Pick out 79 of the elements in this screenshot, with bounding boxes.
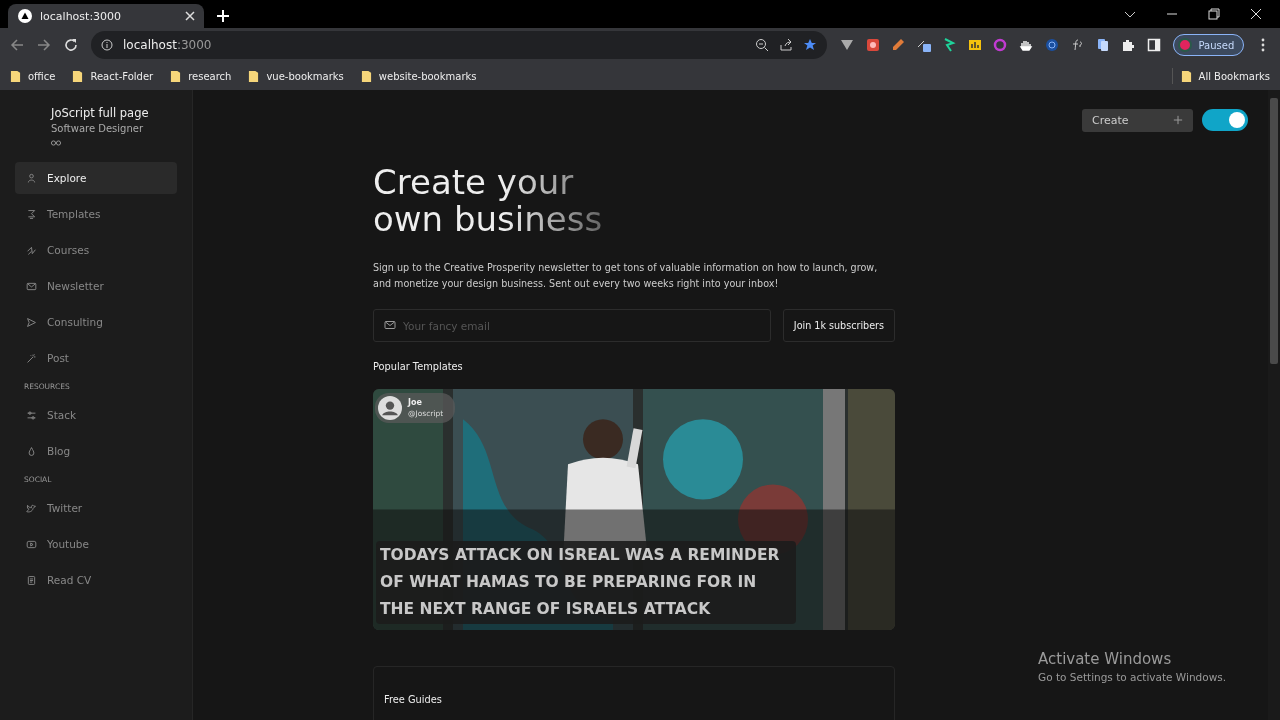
bookmark[interactable]: React-Folder — [72, 69, 154, 83]
triangle-logo-icon — [18, 9, 32, 23]
zoom-out-icon[interactable] — [755, 38, 769, 52]
nav-item[interactable]: Templates — [15, 198, 177, 230]
author-name: Joe — [408, 398, 423, 407]
copy-icon[interactable] — [1095, 38, 1110, 52]
puzzle-icon[interactable] — [1121, 38, 1136, 52]
scrollbar[interactable] — [1268, 90, 1280, 720]
share-icon[interactable] — [779, 38, 793, 52]
forward-arrow-icon[interactable] — [37, 38, 51, 52]
sliders-icon — [26, 409, 37, 421]
avatar-icon — [378, 396, 402, 420]
bookmark[interactable]: research — [170, 69, 232, 83]
send-icon — [26, 316, 37, 328]
nav-item[interactable]: Stack — [15, 399, 177, 431]
bookmark[interactable]: office — [10, 69, 56, 83]
info-icon — [101, 39, 113, 51]
hero-description: Sign up to the Creative Prosperity newsletter to get tons of valuable information on how to launch, grow, and monetize your design business. Sent out every two weeks right into your inbox! — [373, 261, 879, 291]
nav-item[interactable]: Twitter — [15, 492, 177, 524]
folder-icon — [72, 69, 84, 83]
extension-icon[interactable] — [840, 38, 854, 52]
url-host: localhost — [123, 38, 177, 52]
close-icon[interactable] — [1250, 8, 1262, 20]
profile-button[interactable]: Paused — [1172, 34, 1245, 56]
star-icon[interactable] — [803, 38, 817, 52]
nav-item[interactable]: Youtube — [15, 528, 177, 560]
url-port: :3000 — [176, 38, 212, 52]
nav-item[interactable]: Courses — [15, 234, 177, 266]
address-bar[interactable]: localhost:3000 — [91, 31, 827, 59]
envelope-icon — [26, 280, 37, 292]
function-icon[interactable] — [1070, 38, 1085, 52]
folder-icon — [10, 69, 21, 83]
ring-icon[interactable] — [993, 38, 1008, 52]
email-field[interactable]: Your fancy email — [373, 309, 771, 342]
side-panel-icon[interactable] — [1146, 38, 1161, 52]
back-arrow-icon[interactable] — [10, 38, 24, 52]
card-headline: TODAYS ATTACK ON ISREAL WAS A REMINDER OF WHAT HAMAS TO BE PREPARING FOR IN THE NEXT RANGE OF ISRAELS ATTACK — [376, 541, 796, 624]
document-icon — [26, 574, 37, 586]
new-tab-icon[interactable] — [216, 9, 230, 23]
nav-item[interactable]: Explore — [15, 162, 177, 194]
activation-title: Activate Windows — [1038, 650, 1173, 668]
tab-title: localhost:3000 — [40, 9, 123, 23]
play-icon — [26, 538, 37, 550]
create-button[interactable]: Create — [1082, 108, 1193, 132]
person-icon — [26, 172, 37, 184]
link-icon[interactable] — [51, 140, 61, 146]
close-icon[interactable] — [184, 10, 196, 22]
color-picker-icon[interactable] — [916, 38, 931, 52]
reload-icon[interactable] — [64, 38, 78, 52]
plus-icon — [1173, 115, 1183, 125]
chart-icon[interactable] — [967, 38, 982, 52]
bookmark[interactable]: vue-bookmarks — [248, 69, 344, 83]
drop-icon — [26, 445, 37, 457]
extension-icon[interactable] — [1044, 38, 1059, 52]
nav-item[interactable]: Blog — [15, 435, 177, 467]
profile-name: JoScript full page — [51, 106, 150, 120]
extension-icon[interactable] — [942, 38, 957, 52]
browser-tab[interactable]: localhost:3000 — [8, 4, 204, 28]
extension-icon[interactable] — [865, 38, 880, 52]
restore-icon[interactable] — [1208, 8, 1220, 20]
bookmark[interactable]: website-bookmarks — [360, 69, 477, 83]
profile-role: Software Designer — [51, 123, 145, 134]
activation-text: Go to Settings to activate Windows. — [1038, 671, 1227, 683]
magic-wand-icon — [26, 352, 37, 364]
bird-icon — [26, 502, 37, 514]
subscribe-button[interactable]: Join 1k subscribers — [782, 309, 895, 342]
theme-toggle[interactable] — [1202, 109, 1248, 131]
nav-item[interactable]: Read CV — [15, 564, 177, 596]
bookmark[interactable]: All Bookmarks — [1180, 69, 1270, 83]
nav-item[interactable]: Consulting — [15, 306, 177, 338]
folder-icon — [1180, 69, 1192, 83]
pencil-icon[interactable] — [891, 38, 906, 52]
nav-item[interactable]: Post — [15, 342, 177, 374]
folder-icon — [360, 69, 372, 83]
folder-icon — [248, 69, 260, 83]
section-heading: Free Guides — [384, 694, 443, 705]
folder-icon — [170, 69, 182, 83]
nav-item[interactable]: Newsletter — [15, 270, 177, 302]
section-heading: Popular Templates — [373, 361, 464, 372]
